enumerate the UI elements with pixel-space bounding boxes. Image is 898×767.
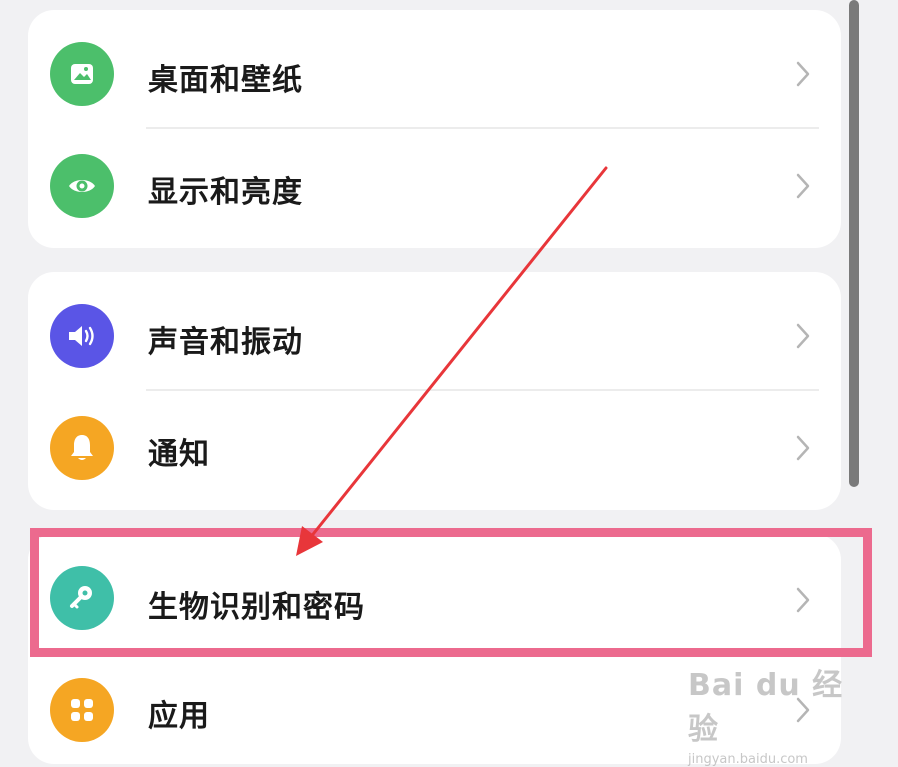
- settings-item-label: 通知: [148, 437, 210, 472]
- baidu-watermark: Bai du 经验 jingyan.baidu.com: [688, 640, 868, 767]
- eye-icon: [50, 154, 114, 218]
- divider: [146, 127, 819, 129]
- settings-group-1: 桌面和壁纸 显示和亮度: [28, 10, 841, 248]
- settings-item-label: 声音和振动: [148, 325, 303, 360]
- settings-group-2: 声音和振动 通知: [28, 272, 841, 510]
- settings-item-label: 显示和亮度: [148, 175, 303, 210]
- bell-icon: [50, 416, 114, 480]
- settings-item-display-brightness[interactable]: 显示和亮度: [28, 130, 841, 242]
- settings-item-notifications[interactable]: 通知: [28, 392, 841, 504]
- chevron-right-icon: [789, 434, 817, 462]
- speaker-icon: [50, 304, 114, 368]
- apps-icon: [50, 678, 114, 742]
- settings-item-sound-vibration[interactable]: 声音和振动: [28, 280, 841, 392]
- settings-item-label: 桌面和壁纸: [148, 63, 303, 98]
- highlight-box: [30, 528, 872, 657]
- wallpaper-icon: [50, 42, 114, 106]
- chevron-right-icon: [789, 322, 817, 350]
- chevron-right-icon: [789, 60, 817, 88]
- watermark-url: jingyan.baidu.com: [688, 752, 808, 767]
- watermark-brand: Bai du 经验: [688, 668, 844, 747]
- chevron-right-icon: [789, 172, 817, 200]
- scrollbar[interactable]: [849, 0, 859, 487]
- settings-item-label: 应用: [148, 699, 210, 734]
- settings-item-desktop-wallpaper[interactable]: 桌面和壁纸: [28, 18, 841, 130]
- divider: [146, 389, 819, 391]
